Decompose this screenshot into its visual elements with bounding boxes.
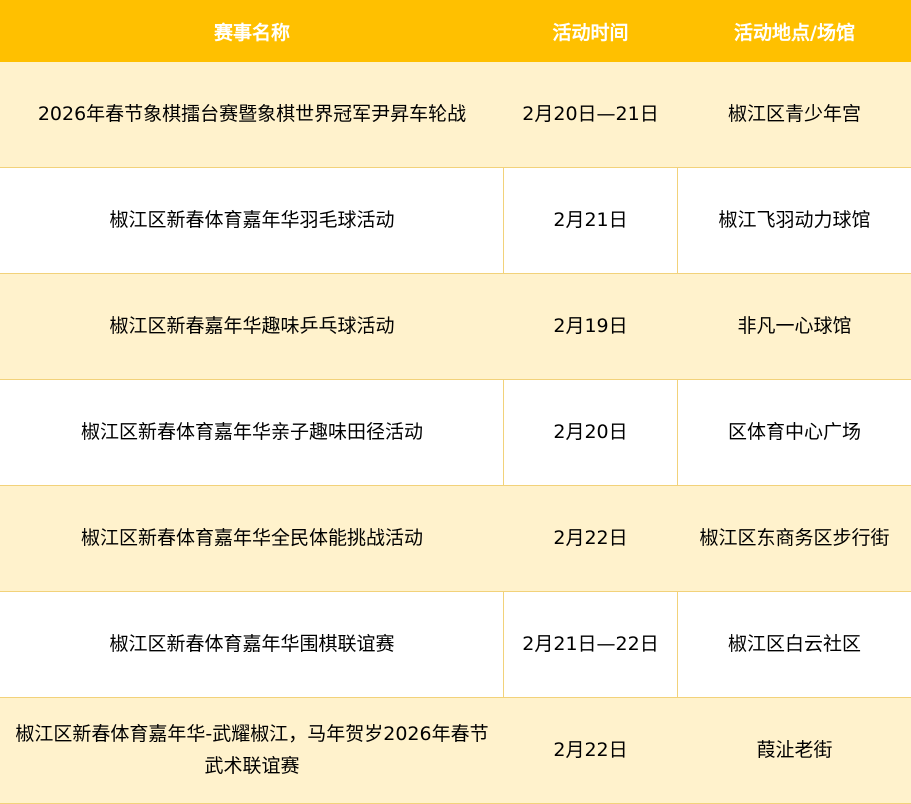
table-header-row: 赛事名称 活动时间 活动地点/场馆	[1, 1, 911, 62]
table-row: 2026年春节象棋擂台赛暨象棋世界冠军尹昇车轮战 2月20日—21日 椒江区青少…	[1, 62, 911, 168]
table-row: 椒江区新春嘉年华趣味乒乓球活动 2月19日 非凡一心球馆	[1, 274, 911, 380]
event-time-cell: 2月19日	[504, 274, 678, 380]
event-time-cell: 2月20日—21日	[504, 62, 678, 168]
event-time-cell: 2月21日	[504, 168, 678, 274]
event-name-cell: 椒江区新春体育嘉年华围棋联谊赛	[1, 592, 504, 698]
events-table: 赛事名称 活动时间 活动地点/场馆 2026年春节象棋擂台赛暨象棋世界冠军尹昇车…	[0, 0, 911, 804]
event-time-cell: 2月22日	[504, 698, 678, 804]
event-venue-cell: 葭沚老街	[678, 698, 911, 804]
header-event-time: 活动时间	[504, 1, 678, 62]
event-venue-cell: 非凡一心球馆	[678, 274, 911, 380]
table-row: 椒江区新春体育嘉年华亲子趣味田径活动 2月20日 区体育中心广场	[1, 380, 911, 486]
event-name-cell: 椒江区新春体育嘉年华全民体能挑战活动	[1, 486, 504, 592]
header-event-name: 赛事名称	[1, 1, 504, 62]
header-event-venue: 活动地点/场馆	[678, 1, 911, 62]
event-name-cell: 椒江区新春体育嘉年华亲子趣味田径活动	[1, 380, 504, 486]
event-venue-cell: 椒江区白云社区	[678, 592, 911, 698]
event-venue-cell: 椒江区青少年宫	[678, 62, 911, 168]
event-time-cell: 2月22日	[504, 486, 678, 592]
event-name-cell: 2026年春节象棋擂台赛暨象棋世界冠军尹昇车轮战	[1, 62, 504, 168]
event-name-cell: 椒江区新春嘉年华趣味乒乓球活动	[1, 274, 504, 380]
event-venue-cell: 椒江区东商务区步行街	[678, 486, 911, 592]
event-name-cell: 椒江区新春体育嘉年华羽毛球活动	[1, 168, 504, 274]
table-row: 椒江区新春体育嘉年华围棋联谊赛 2月21日—22日 椒江区白云社区	[1, 592, 911, 698]
table-row: 椒江区新春体育嘉年华-武耀椒江，马年贺岁2026年春节武术联谊赛 2月22日 葭…	[1, 698, 911, 804]
event-venue-cell: 区体育中心广场	[678, 380, 911, 486]
event-time-cell: 2月20日	[504, 380, 678, 486]
event-venue-cell: 椒江飞羽动力球馆	[678, 168, 911, 274]
table-row: 椒江区新春体育嘉年华全民体能挑战活动 2月22日 椒江区东商务区步行街	[1, 486, 911, 592]
event-name-cell: 椒江区新春体育嘉年华-武耀椒江，马年贺岁2026年春节武术联谊赛	[1, 698, 504, 804]
table-row: 椒江区新春体育嘉年华羽毛球活动 2月21日 椒江飞羽动力球馆	[1, 168, 911, 274]
event-time-cell: 2月21日—22日	[504, 592, 678, 698]
